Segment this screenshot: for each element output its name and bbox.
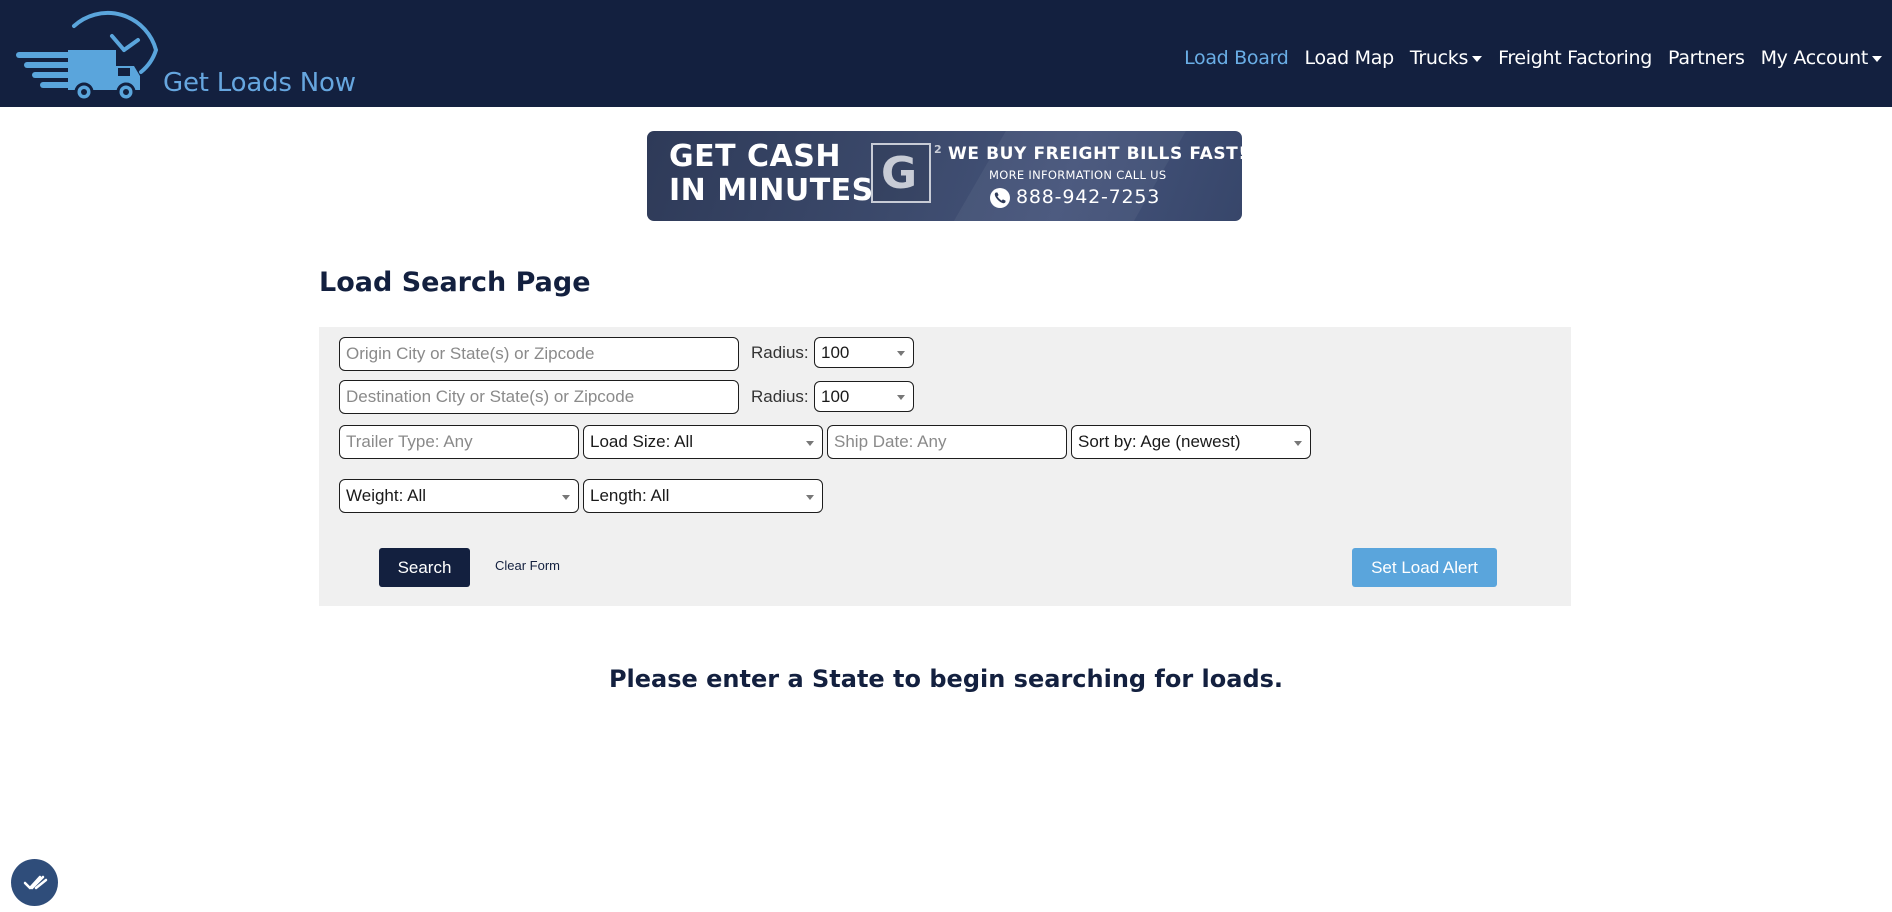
g2-logo-superscript: 2	[934, 143, 942, 156]
origin-input[interactable]	[339, 337, 739, 371]
nav-load-board[interactable]: Load Board	[1184, 47, 1289, 69]
load-size-value: Load Size: All	[590, 432, 694, 451]
nav-load-board-label: Load Board	[1184, 47, 1289, 69]
sort-by-value: Sort by: Age (newest)	[1078, 432, 1241, 451]
main-nav: Load Board Load Map Trucks Freight Facto…	[1168, 47, 1882, 69]
length-select[interactable]: Length: All	[583, 479, 823, 513]
ship-date-input[interactable]	[827, 425, 1067, 459]
caret-down-icon	[1472, 56, 1483, 62]
g2-logo-icon: G	[871, 143, 931, 203]
chevron-down-icon	[897, 351, 905, 356]
nav-partners[interactable]: Partners	[1668, 47, 1745, 69]
trailer-type-input[interactable]	[339, 425, 579, 459]
phone-icon	[990, 188, 1010, 208]
brand-name[interactable]: Get Loads Now	[163, 68, 356, 98]
length-value: Length: All	[590, 486, 670, 505]
nav-freight-factoring-label: Freight Factoring	[1498, 47, 1653, 69]
banner-info: MORE INFORMATION CALL US	[989, 168, 1167, 182]
sort-by-select[interactable]: Sort by: Age (newest)	[1071, 425, 1311, 459]
caret-down-icon	[1872, 56, 1882, 62]
origin-radius-select[interactable]: 100	[814, 337, 914, 368]
chevron-down-icon	[806, 441, 814, 446]
banner-cash-text: GET CASH IN MINUTES	[669, 140, 874, 208]
chevron-down-icon	[806, 495, 814, 500]
chevron-down-icon	[1294, 441, 1302, 446]
chevron-down-icon	[897, 395, 905, 400]
nav-trucks-dropdown[interactable]: Trucks	[1409, 47, 1483, 69]
destination-radius-select[interactable]: 100	[814, 381, 914, 412]
accessibility-badge-icon[interactable]	[11, 859, 58, 906]
clear-form-link[interactable]: Clear Form	[495, 558, 560, 573]
weight-select[interactable]: Weight: All	[339, 479, 579, 513]
nav-partners-label: Partners	[1668, 47, 1745, 69]
brand-logo[interactable]: Get Loads Now	[16, 10, 356, 102]
nav-freight-factoring[interactable]: Freight Factoring	[1498, 47, 1652, 69]
nav-trucks-label: Trucks	[1409, 47, 1469, 69]
destination-radius-value: 100	[821, 386, 850, 406]
banner-headline: WE BUY FREIGHT BILLS FAST!	[948, 144, 1242, 164]
destination-radius-label: Radius:	[751, 387, 809, 406]
truck-logo-icon	[16, 11, 159, 102]
banner-phone-number: 888-942-7253	[1016, 186, 1161, 208]
search-prompt-message: Please enter a State to begin searching …	[608, 665, 1284, 693]
origin-radius-label: Radius:	[751, 343, 809, 362]
nav-load-map-label: Load Map	[1304, 47, 1395, 69]
nav-my-account-dropdown[interactable]: My Account	[1761, 47, 1882, 69]
g2-logo-letter: G	[881, 148, 918, 199]
destination-input[interactable]	[339, 380, 739, 414]
load-search-form: Radius: 100 Radius: 100 Load Size: All S…	[319, 327, 1571, 606]
factoring-banner-ad[interactable]: GET CASH IN MINUTES G 2 WE BUY FREIGHT B…	[647, 131, 1242, 221]
set-load-alert-button[interactable]: Set Load Alert	[1352, 548, 1497, 587]
banner-line2: IN MINUTES	[669, 173, 874, 208]
load-size-select[interactable]: Load Size: All	[583, 425, 823, 459]
nav-my-account-label: My Account	[1760, 47, 1869, 69]
origin-radius-value: 100	[821, 342, 850, 362]
chevron-down-icon	[562, 495, 570, 500]
banner-line1: GET CASH	[669, 139, 841, 174]
weight-value: Weight: All	[346, 486, 427, 505]
nav-load-map[interactable]: Load Map	[1304, 47, 1395, 69]
page-title: Load Search Page	[319, 267, 591, 298]
search-button[interactable]: Search	[379, 548, 470, 587]
top-navbar: Get Loads Now Load Board Load Map Trucks…	[0, 0, 1892, 107]
